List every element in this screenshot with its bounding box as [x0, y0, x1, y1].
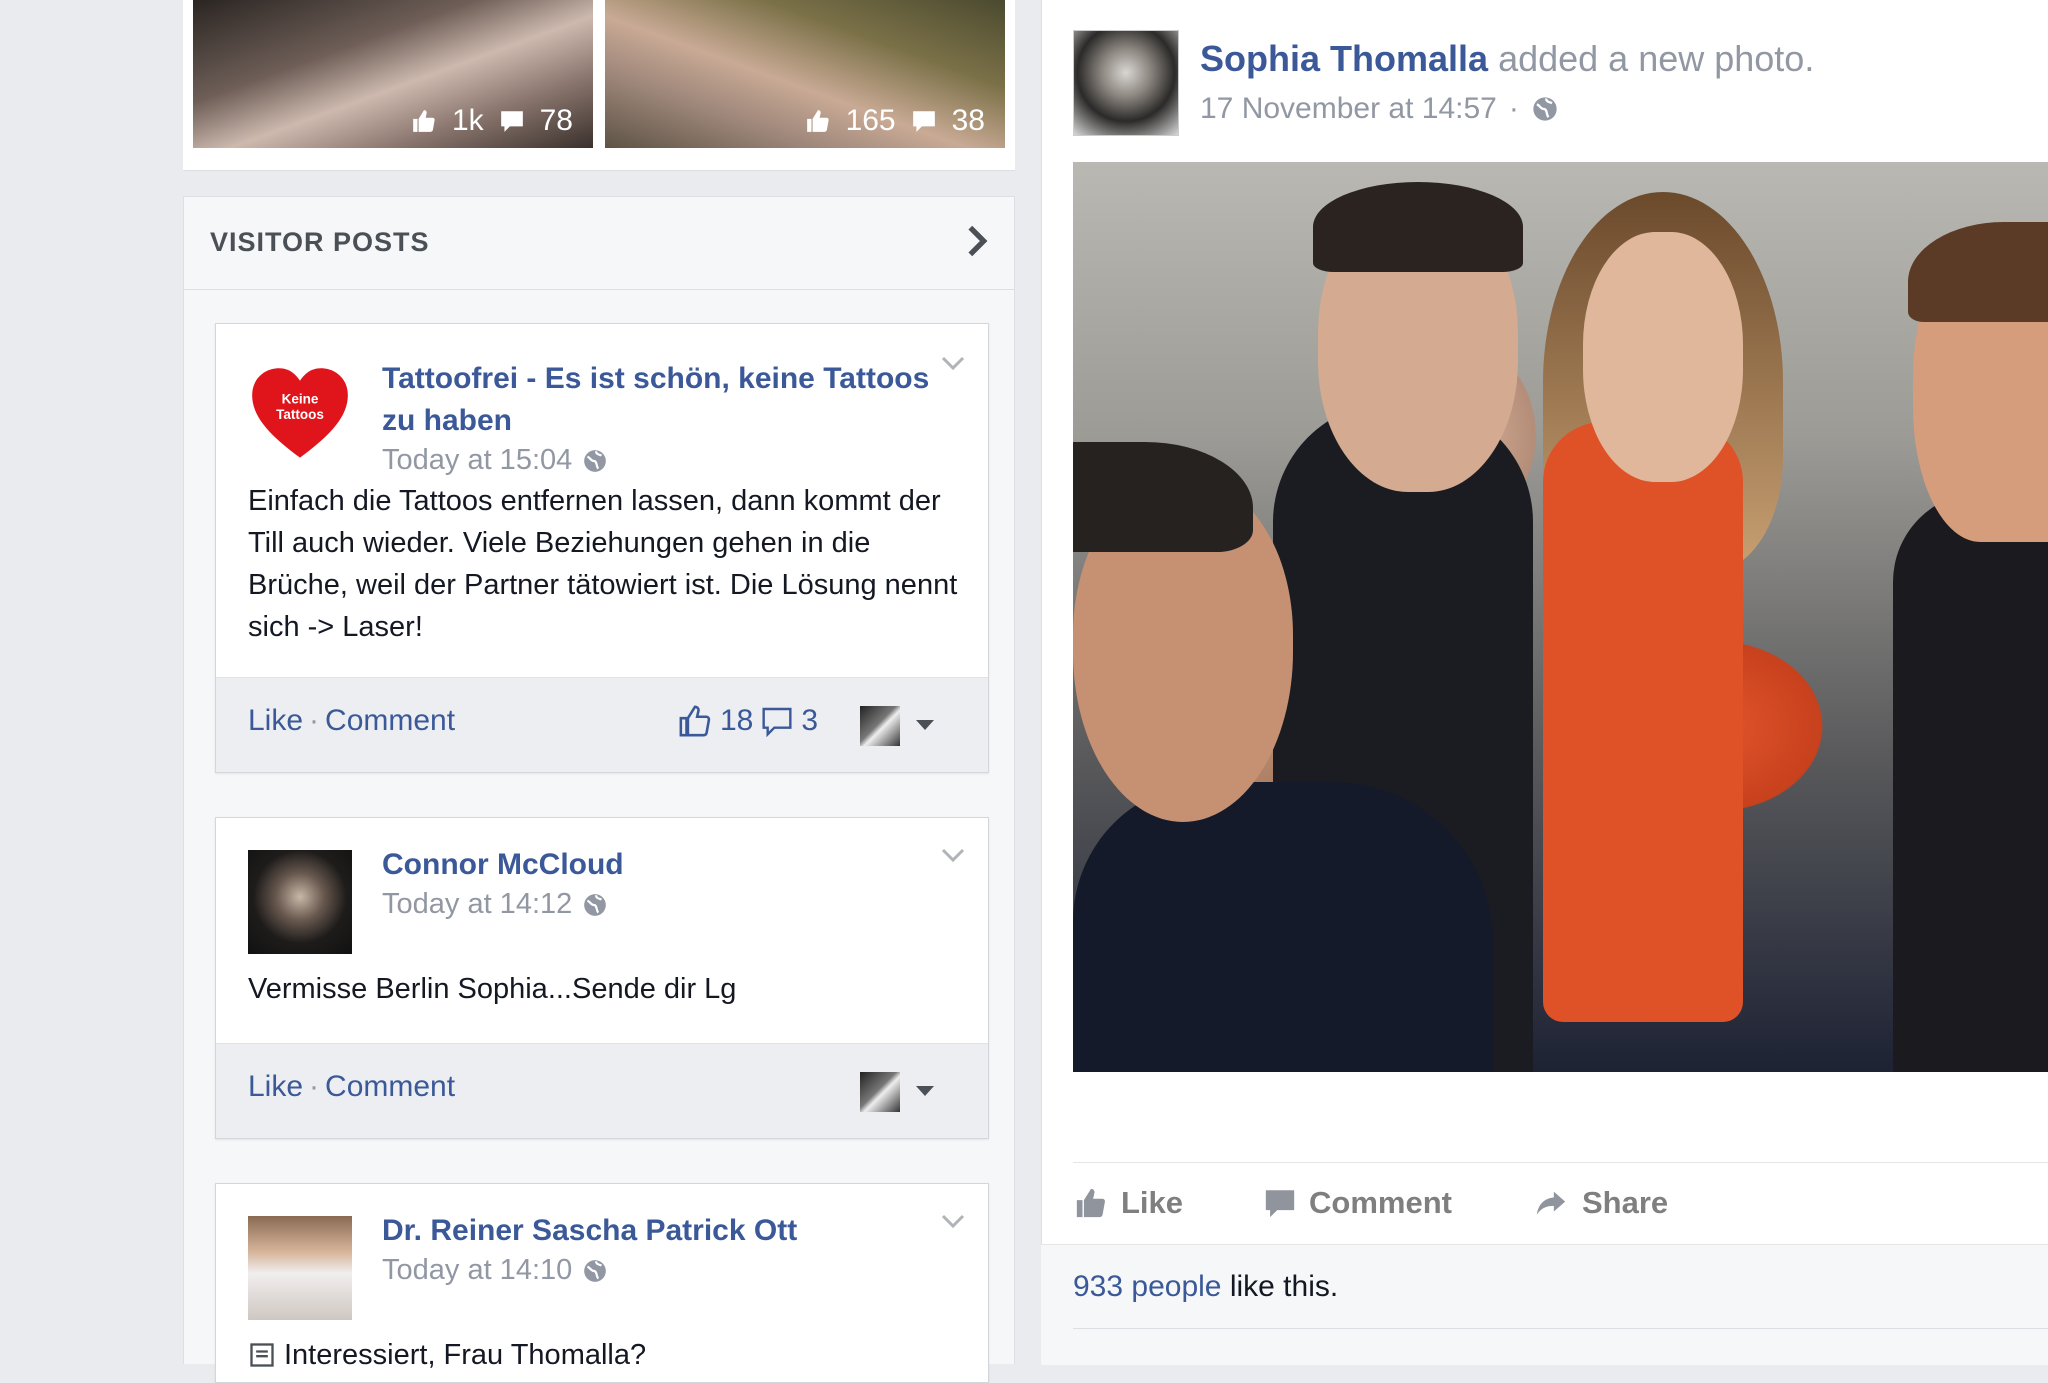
- thumbnail-like-count: 1k: [451, 104, 484, 137]
- post-header: Sophia Thomalla added a new photo.: [1200, 38, 1814, 80]
- avatar[interactable]: [248, 1216, 352, 1320]
- dropdown-caret-icon[interactable]: [916, 720, 934, 730]
- visitor-post: Dr. Reiner Sascha Patrick Ott Today at 1…: [215, 1183, 989, 1383]
- like-link[interactable]: Like: [248, 704, 303, 737]
- like-label: Like: [1121, 1185, 1184, 1220]
- post-author[interactable]: Tattoofrei - Es ist schön, keine Tattoos…: [382, 358, 962, 442]
- post-text: Interessiert, Frau Thomalla?: [284, 1339, 647, 1371]
- post-time: Today at 14:12: [382, 888, 573, 920]
- post-counts[interactable]: 18 3: [678, 704, 818, 738]
- like-button[interactable]: Like: [1073, 1185, 1183, 1221]
- comment-count: 3: [801, 704, 818, 737]
- post-actions: Like · Comment: [248, 1070, 455, 1104]
- photo-detail: [1893, 492, 2048, 1072]
- photo-detail: [1543, 422, 1743, 1022]
- comment-link[interactable]: Comment: [325, 1070, 455, 1103]
- post-time: Today at 15:04: [382, 444, 573, 476]
- post-timestamp[interactable]: 17 November at 14:57 ·: [1200, 92, 1559, 126]
- post-text: Vermisse Berlin Sophia...Sende dir Lg: [248, 973, 737, 1005]
- comment-icon: [762, 707, 792, 737]
- post-author[interactable]: Dr. Reiner Sascha Patrick Ott: [382, 1210, 797, 1252]
- poll-icon: [250, 1343, 274, 1367]
- post-timestamp[interactable]: Today at 15:04: [382, 444, 608, 477]
- post-action-bar: Like · Comment 18 3: [216, 677, 988, 772]
- post-action-text: added a new photo.: [1498, 38, 1815, 79]
- likes-summary: 933 people like this.: [1073, 1270, 1338, 1304]
- comment-icon: [500, 111, 523, 132]
- comment-icon: [912, 111, 935, 132]
- post-text: Einfach die Tattoos entfernen lassen, da…: [248, 485, 958, 643]
- chevron-down-icon[interactable]: [940, 1212, 966, 1230]
- page-avatar-mini[interactable]: [860, 706, 900, 746]
- post-action-bar: Like · Comment: [216, 1043, 988, 1138]
- avatar[interactable]: [248, 850, 352, 954]
- visitor-posts-title: VISITOR POSTS: [210, 227, 430, 257]
- svg-text:Tattoos: Tattoos: [276, 407, 324, 422]
- thumbs-up-icon: [679, 705, 711, 737]
- share-button[interactable]: Share: [1532, 1185, 1668, 1221]
- thumbs-up-icon: [1076, 1188, 1105, 1218]
- chevron-right-icon[interactable]: [962, 221, 992, 261]
- separator-dot: ·: [309, 704, 320, 737]
- author-name[interactable]: Sophia Thomalla: [1200, 38, 1488, 79]
- photo-detail: [1313, 182, 1523, 272]
- comment-button[interactable]: Comment: [1263, 1185, 1452, 1221]
- thumbnail-like-count: 165: [845, 104, 896, 137]
- photo-detail: [1583, 232, 1743, 482]
- divider: [1073, 1328, 2048, 1329]
- post-action-row: Like Comment Share: [1073, 1178, 1748, 1228]
- likes-summary-strip: [1041, 1244, 2048, 1365]
- post-time: Today at 14:10: [382, 1254, 573, 1286]
- likes-suffix: like this.: [1229, 1270, 1339, 1303]
- share-icon: [1536, 1191, 1566, 1215]
- photo-thumbnail-1[interactable]: 1k 78: [193, 0, 593, 148]
- visitor-post: Keine Tattoos Tattoofrei - Es ist schön,…: [215, 323, 989, 773]
- photo-thumbnail-2[interactable]: 165 38: [605, 0, 1005, 148]
- photo-detail: [1908, 222, 2048, 322]
- thumbs-up-icon: [806, 110, 829, 132]
- divider: [1073, 1162, 2048, 1163]
- separator-dot: ·: [1508, 92, 1519, 125]
- globe-icon: [584, 893, 607, 916]
- globe-icon: [584, 1259, 607, 1282]
- visitor-post: Connor McCloud Today at 14:12 Vermisse B…: [215, 817, 989, 1139]
- dropdown-caret-icon[interactable]: [916, 1086, 934, 1096]
- likes-count-link[interactable]: 933 people: [1073, 1270, 1221, 1303]
- visitor-posts-header[interactable]: VISITOR POSTS: [183, 196, 1015, 290]
- post-photo[interactable]: [1073, 162, 2048, 1072]
- post-text-row: Interessiert, Frau Thomalla?: [248, 1334, 958, 1376]
- globe-icon: [584, 449, 607, 472]
- like-count: 18: [719, 704, 754, 737]
- like-link[interactable]: Like: [248, 1070, 303, 1103]
- comment-link[interactable]: Comment: [325, 704, 455, 737]
- post-time: 17 November at 14:57: [1200, 92, 1497, 125]
- post-timestamp[interactable]: Today at 14:12: [382, 888, 608, 921]
- separator-dot: ·: [309, 1070, 320, 1103]
- thumbs-up-icon: [413, 110, 435, 132]
- comment-icon: [1265, 1190, 1295, 1218]
- thumbnail-comment-count: 38: [951, 104, 985, 137]
- thumbnail-comment-count: 78: [539, 104, 573, 137]
- share-label: Share: [1581, 1185, 1669, 1220]
- page-avatar-mini[interactable]: [860, 1072, 900, 1112]
- author-avatar[interactable]: [1073, 30, 1179, 136]
- post-timestamp[interactable]: Today at 14:10: [382, 1254, 608, 1287]
- keine-tattoos-heart-logo[interactable]: Keine Tattoos: [248, 362, 352, 466]
- svg-text:Keine: Keine: [282, 392, 319, 407]
- photo-detail: [1073, 782, 1493, 1072]
- chevron-down-icon[interactable]: [940, 846, 966, 864]
- globe-icon: [1533, 97, 1557, 121]
- comment-label: Comment: [1309, 1185, 1452, 1220]
- post-author[interactable]: Connor McCloud: [382, 844, 624, 886]
- photo-detail: [1073, 442, 1253, 552]
- post-actions: Like · Comment: [248, 704, 455, 738]
